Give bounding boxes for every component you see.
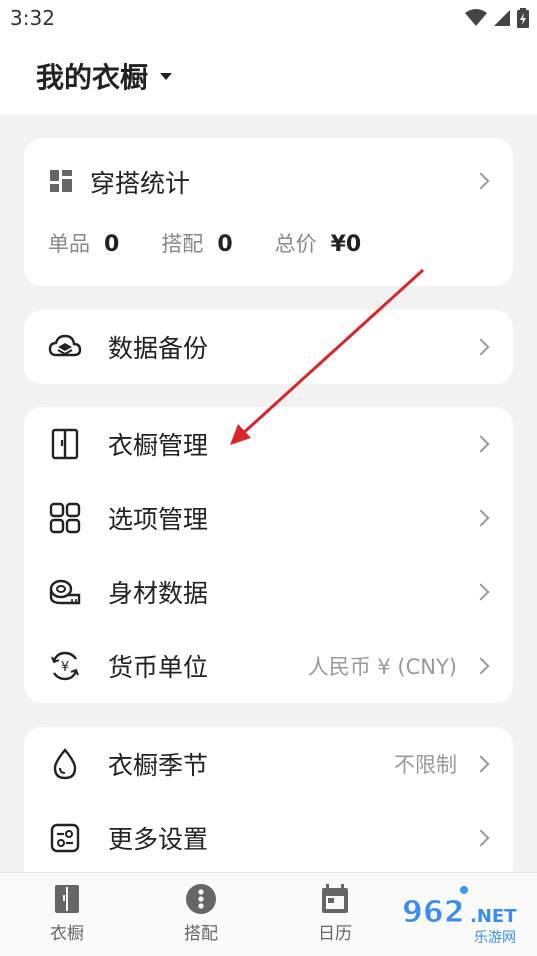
watermark-sub: 乐游网: [474, 930, 516, 946]
items-label: 单品: [48, 232, 90, 256]
nav-calendar[interactable]: 日历: [295, 883, 375, 944]
nav-calendar-label: 日历: [318, 924, 352, 944]
more-settings-row[interactable]: 更多设置: [24, 801, 513, 875]
season-label: 衣橱季节: [108, 751, 209, 780]
body-data-row[interactable]: 身材数据: [24, 555, 513, 629]
total-price-label: 总价: [274, 232, 317, 256]
currency-value: 人民币 ¥ (CNY): [307, 655, 457, 679]
nav-wardrobe-label: 衣橱: [50, 924, 84, 944]
cloud-backup-icon: [48, 334, 82, 357]
stats-row[interactable]: 穿搭统计: [24, 138, 513, 224]
wardrobe-selector[interactable]: 我的衣橱: [36, 56, 173, 96]
status-bar: 3:32: [0, 0, 537, 38]
settings-card: 衣橱季节 不限制 更多设置: [24, 727, 513, 887]
battery-icon: [517, 8, 529, 28]
status-icons: [465, 8, 529, 28]
chevron-right-icon: [472, 583, 490, 601]
nav-outfit[interactable]: 搭配: [161, 883, 241, 944]
total-price-value: ¥0: [330, 232, 362, 257]
more-settings-label: 更多设置: [108, 825, 209, 854]
dashboard-icon: [50, 170, 72, 192]
wardrobe-manage-label: 衣橱管理: [108, 431, 209, 460]
wardrobe-manage-row[interactable]: 衣橱管理: [24, 407, 513, 481]
season-value: 不限制: [394, 753, 457, 777]
signal-icon: [494, 10, 510, 26]
body-data-label: 身材数据: [108, 579, 209, 608]
option-manage-label: 选项管理: [108, 505, 209, 534]
wifi-icon: [465, 9, 487, 26]
chevron-right-icon: [472, 755, 490, 773]
backup-card: 数据备份: [24, 310, 513, 384]
watermark-logo: 962 .NET 乐游网: [402, 886, 517, 946]
chevron-right-icon: [472, 172, 490, 190]
backup-label: 数据备份: [108, 334, 209, 363]
svg-text:¥: ¥: [61, 660, 69, 675]
watermark-suffix: .NET: [470, 906, 517, 927]
nav-outfit-label: 搭配: [184, 924, 218, 944]
outfits-label: 搭配: [161, 232, 204, 256]
outfits-value: 0: [217, 232, 233, 257]
wardrobe-icon: [51, 428, 79, 460]
water-drop-icon: [53, 748, 77, 780]
caret-down-icon: [160, 72, 173, 80]
currency-label: 货币单位: [108, 653, 209, 682]
status-time: 3:32: [10, 6, 55, 30]
stats-card: 穿搭统计 单品 0 搭配 0 总价 ¥0: [24, 138, 513, 286]
outfit-nav-icon: [186, 884, 216, 914]
settings-panel-icon: [50, 823, 80, 853]
chevron-right-icon: [472, 657, 490, 675]
management-card: 衣橱管理 选项管理 身材数据 ¥ 货币单位 人民币 ¥ (CNY): [24, 407, 513, 703]
calendar-nav-icon: [322, 884, 348, 913]
wardrobe-nav-icon: [55, 885, 79, 913]
backup-row[interactable]: 数据备份: [24, 310, 513, 384]
app-header: 我的衣橱: [0, 38, 537, 114]
watermark-number: 962: [402, 895, 465, 930]
tape-measure-icon: [49, 579, 81, 605]
chevron-right-icon: [472, 829, 490, 847]
stats-summary: 单品 0 搭配 0 总价 ¥0: [48, 228, 395, 258]
chevron-right-icon: [472, 338, 490, 356]
season-row[interactable]: 衣橱季节 不限制: [24, 727, 513, 801]
page-title: 我的衣橱: [36, 61, 149, 94]
nav-wardrobe[interactable]: 衣橱: [27, 883, 107, 944]
grid-icon: [49, 502, 81, 534]
currency-exchange-icon: ¥: [51, 651, 79, 681]
chevron-right-icon: [472, 435, 490, 453]
chevron-right-icon: [472, 509, 490, 527]
items-value: 0: [104, 232, 120, 257]
option-manage-row[interactable]: 选项管理: [24, 481, 513, 555]
stats-title: 穿搭统计: [90, 169, 191, 198]
currency-row[interactable]: ¥ 货币单位 人民币 ¥ (CNY): [24, 629, 513, 703]
